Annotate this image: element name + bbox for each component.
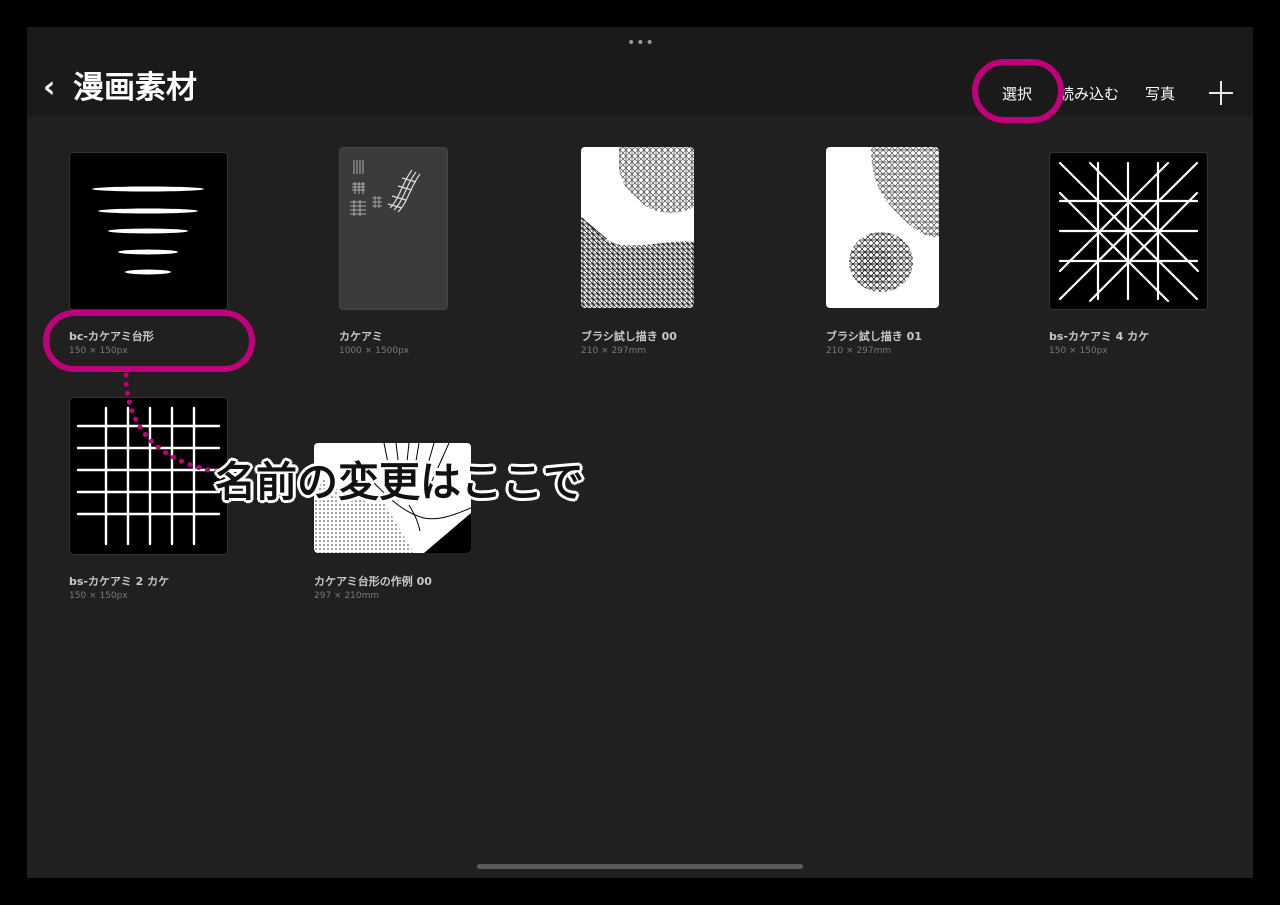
- gallery-item-name[interactable]: bc-カケアミ台形: [69, 330, 154, 344]
- select-button[interactable]: 選択: [1002, 84, 1032, 104]
- gallery-item-name[interactable]: bs-カケアミ 2 カケ: [69, 575, 169, 589]
- brush-test-preview: [581, 147, 694, 308]
- gallery-item-size: 210 × 297mm: [826, 346, 892, 356]
- gallery-item-size: 297 × 210mm: [314, 591, 380, 601]
- gallery-item-thumbnail[interactable]: [69, 397, 228, 555]
- hatching-samples-preview: [350, 160, 421, 216]
- gallery-item-name[interactable]: カケアミ: [339, 330, 383, 344]
- import-button[interactable]: 読み込む: [1059, 84, 1119, 104]
- multitasking-indicator[interactable]: •••: [627, 35, 655, 51]
- crosshatch-preview: [1058, 161, 1200, 303]
- rename-callout: 名前の変更はここで: [215, 458, 584, 506]
- gallery-item-size: 1000 × 1500px: [339, 346, 410, 356]
- gallery-item-name[interactable]: カケアミ台形の作例 00: [314, 575, 432, 589]
- gallery-item-thumbnail[interactable]: [69, 152, 228, 310]
- gallery-item-thumbnail[interactable]: [1049, 152, 1208, 310]
- gallery-item-thumbnail[interactable]: [581, 147, 694, 308]
- gallery-item-name[interactable]: bs-カケアミ 4 カケ: [1049, 330, 1149, 344]
- brush-test-preview: [849, 147, 939, 292]
- gallery-item-size: 150 × 150px: [69, 346, 128, 356]
- horizontal-strokes-preview: [92, 186, 204, 275]
- plus-icon[interactable]: [1209, 81, 1233, 105]
- home-indicator[interactable]: [477, 864, 803, 869]
- app-screen: ••• ‹ 漫画素材 選択 読み込む 写真 bc-カケアミ台形 150 × 15…: [27, 27, 1253, 878]
- photo-button[interactable]: 写真: [1145, 84, 1175, 104]
- grid-hatch-preview: [76, 406, 221, 546]
- gallery-item-thumbnail[interactable]: [339, 147, 448, 310]
- chevron-left-icon[interactable]: ‹: [43, 73, 55, 103]
- gallery-item-size: 210 × 297mm: [581, 346, 647, 356]
- gallery-item-size: 150 × 150px: [69, 591, 128, 601]
- header-bar: ••• ‹ 漫画素材 選択 読み込む 写真: [27, 27, 1253, 116]
- gallery-item-size: 150 × 150px: [1049, 346, 1108, 356]
- gallery-item-name[interactable]: ブラシ試し描き 01: [826, 330, 922, 344]
- gallery-item-thumbnail[interactable]: [826, 147, 939, 308]
- gallery-item-name[interactable]: ブラシ試し描き 00: [581, 330, 677, 344]
- page-title: 漫画素材: [73, 70, 197, 106]
